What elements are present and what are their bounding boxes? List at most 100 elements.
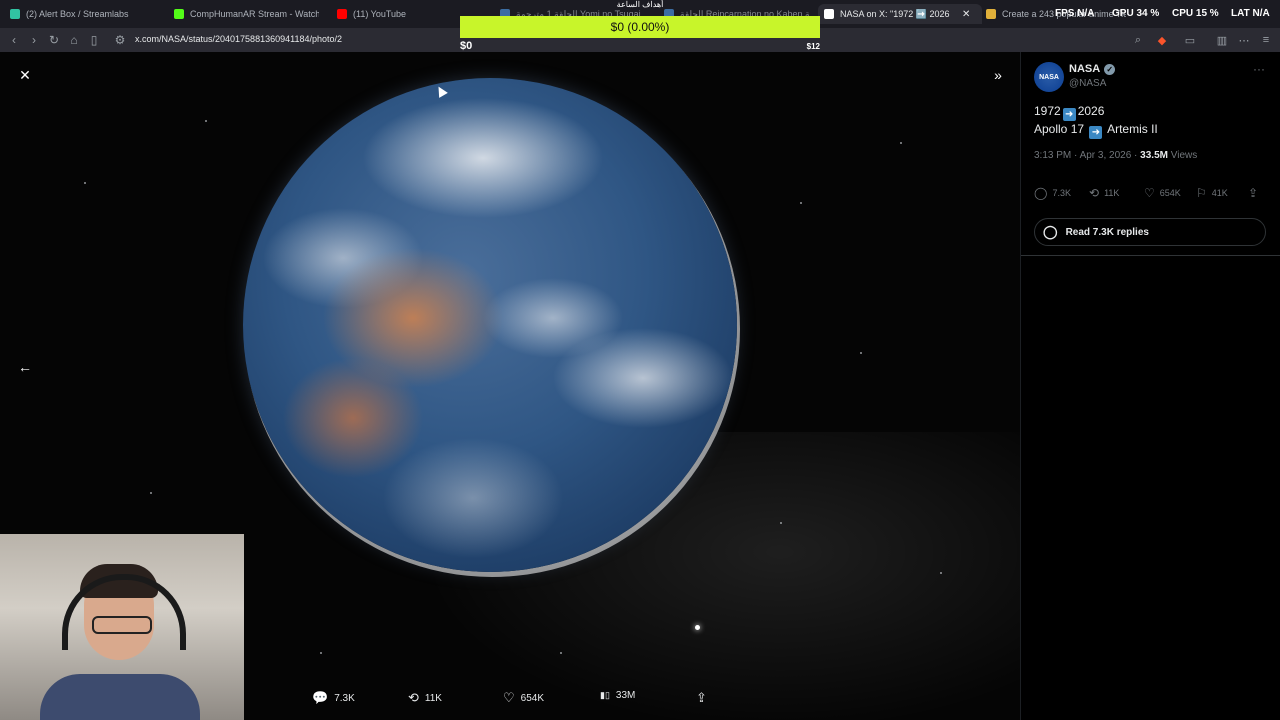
earth-photo [243,78,737,572]
home-icon[interactable]: ⌂ [66,32,82,48]
divider [1021,255,1280,256]
tweet-text-line1-a: 1972 [1034,104,1061,118]
share-button[interactable]: ⇪ [1248,186,1258,200]
lat-readout: LAT N/A [1231,8,1270,19]
repost-count: 11K [1104,188,1120,198]
like-button[interactable]: ♡ 654K [503,690,544,706]
fps-readout: FPS N/A [1055,8,1094,19]
repost-count: 11K [424,692,442,704]
tweet-text-line1-b: 2026 [1077,104,1105,118]
extensions-icon[interactable]: ⋯ [1236,32,1252,48]
youtube-icon [337,9,347,19]
bookmark-count: 41K [1211,188,1228,198]
lat-value: N/A [1252,8,1270,19]
more-options-icon[interactable]: ··· [1253,62,1265,76]
fps-value: N/A [1077,8,1095,19]
reply-button[interactable]: ◯ 7.3K [1034,186,1071,200]
like-count: 654K [520,692,545,704]
repost-icon: ⟲ [1089,186,1100,200]
bookmark-button[interactable]: ⚐ 41K [1196,186,1228,200]
star [900,142,902,144]
zoom-icon[interactable]: ⌕ [1130,32,1146,48]
streamer-shirt [40,674,200,720]
star [940,572,942,574]
heart-icon: ♡ [503,690,515,705]
tab-title: CompHumanAR Stream - Watch Live [190,9,319,19]
gpu-value: 34 % [1136,8,1160,19]
cpu-readout: CPU 15 % [1172,8,1219,19]
tweet-text-line2-b: Artemis II [1107,122,1158,136]
webcam-overlay [0,534,244,720]
tab-nasa-x[interactable]: NASA on X: "1972 ➡️ 2026 Apollo... ✕ [818,4,982,24]
url-field[interactable]: x.com/NASA/status/2040175881360941184/ph… [135,34,342,44]
tab-kick-stream[interactable]: CompHumanAR Stream - Watch Live [174,4,319,24]
site-info-icon[interactable]: ⚙ [112,32,128,48]
read-replies-label: Read 7.3K replies [1065,226,1149,238]
goal-progress-bar: $0 (0.00%) [460,16,820,38]
repost-icon: ⟲ [408,690,419,705]
tweet-meta: 3:13 PM · Apr 3, 2026 · 33.5M Views [1034,150,1197,161]
donation-goal-widget: أهداف الساعة $0 (0.00%) $0 $12 [460,0,820,54]
views-label: Views [1170,150,1198,161]
views-count: 33.5M [1140,150,1168,161]
expand-panel-icon[interactable]: » [988,65,1008,85]
streamlabs-icon [10,9,20,19]
goal-title: أهداف الساعة [616,0,664,9]
read-replies-button[interactable]: ◯ Read 7.3K replies [1034,218,1266,246]
reply-count: 7.3K [334,692,355,704]
bookmark-icon[interactable]: ▯ [86,32,102,48]
forward-icon[interactable]: › [26,32,42,48]
kick-icon [174,9,184,19]
tab-youtube[interactable]: (11) YouTube [337,4,447,24]
verified-badge-icon: ✓ [1104,63,1116,75]
tweet-text-line2-a: Apollo 17 [1034,122,1085,136]
star [560,652,562,654]
star [205,120,207,122]
goal-min-label: $0 [460,40,473,52]
tab-streamlabs[interactable]: (2) Alert Box / Streamlabs [10,4,160,24]
share-icon: ⇪ [696,690,707,705]
brave-shield-icon[interactable]: ◆ [1154,32,1170,48]
goal-max-label: $12 [806,42,820,51]
reply-icon: ◯ [1034,186,1048,200]
glasses-icon [92,616,152,634]
previous-photo-icon[interactable]: ← [15,357,35,377]
reply-button[interactable]: 💬 7.3K [312,690,355,706]
tab-title: (2) Alert Box / Streamlabs [26,9,129,19]
bookmark-icon: ⚐ [1196,186,1207,200]
repost-button[interactable]: ⟲ 11K [408,690,442,706]
x-logo-icon [824,9,834,19]
user-handle[interactable]: @NASA [1069,78,1106,89]
tweet-stats: ◯ 7.3K ⟲ 11K ♡ 654K ⚐ 41K ⇪ [1034,186,1274,202]
wallet-icon[interactable]: ▭ [1182,32,1198,48]
back-icon[interactable]: ‹ [6,32,22,48]
close-tab-icon[interactable]: ✕ [962,9,970,20]
star [780,522,782,524]
right-arrow-icon: ➜ [1089,126,1103,139]
sun-point [695,625,700,630]
analytics-icon: ▮▯ [600,690,610,700]
star [860,352,862,354]
views-count: 33M [615,690,636,701]
views-button[interactable]: ▮▯ 33M [600,690,635,701]
tweet-panel: NASA NASA ✓ @NASA ··· 1972 ➜ 2026 Apollo 17… [1020,52,1280,720]
sidebar-toggle-icon[interactable]: ▥ [1214,32,1230,48]
share-button[interactable]: ⇪ [696,690,707,706]
display-name[interactable]: NASA ✓ [1069,63,1116,75]
star [800,202,802,204]
gpu-label: GPU [1112,8,1134,19]
like-button[interactable]: ♡ 654K [1144,186,1181,200]
right-arrow-icon: ➜ [1062,108,1076,121]
close-viewer-icon[interactable]: ✕ [15,65,35,85]
heart-icon: ♡ [1144,186,1155,200]
avatar[interactable]: NASA [1034,62,1064,92]
reload-icon[interactable]: ↻ [46,32,62,48]
tab-title: NASA on X: "1972 ➡️ 2026 Apollo... [840,8,950,19]
lat-label: LAT [1231,8,1250,19]
repost-button[interactable]: ⟲ 11K [1089,186,1119,200]
star [84,182,86,184]
menu-icon[interactable]: ≡ [1258,32,1274,48]
reply-icon: 💬 [312,690,329,705]
gpu-readout: GPU 34 % [1112,8,1159,19]
tweet-timestamp[interactable]: 3:13 PM · Apr 3, 2026 · [1034,150,1137,161]
